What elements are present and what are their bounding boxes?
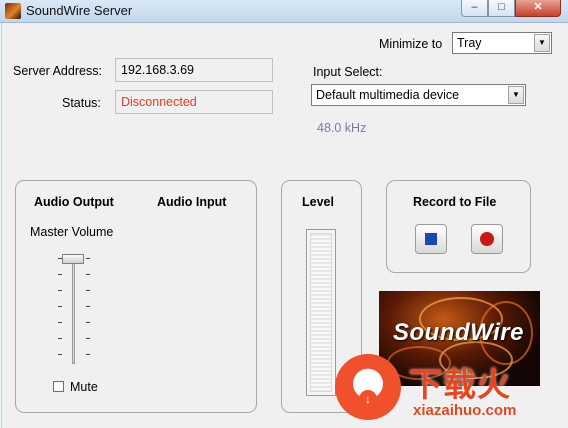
audio-output-tab[interactable]: Audio Output (34, 195, 114, 209)
audio-group-box (15, 180, 257, 413)
watermark-url: xiazaihuo.com (413, 402, 517, 419)
server-address-field: 192.168.3.69 (115, 58, 273, 82)
close-window-button[interactable]: ✕ (515, 0, 561, 17)
minimize-to-select[interactable]: Tray ▼ (452, 32, 552, 54)
minimize-window-button[interactable]: – (461, 0, 488, 17)
slider-tick (86, 354, 90, 355)
slider-tick (86, 258, 90, 259)
record-icon (480, 232, 494, 246)
slider-tick (86, 338, 90, 339)
level-meter-grid (310, 233, 332, 392)
stop-button[interactable] (415, 224, 447, 254)
download-icon: ↓ (359, 390, 377, 408)
window-title: SoundWire Server (26, 3, 133, 18)
logo-text: SoundWire (393, 319, 524, 346)
level-meter (306, 229, 336, 396)
slider-tick (58, 354, 62, 355)
status-field: Disconnected (115, 90, 273, 114)
status-label: Status: (62, 96, 101, 110)
input-device-value: Default multimedia device (316, 88, 460, 102)
sample-rate-text: 48.0 kHz (317, 121, 367, 135)
slider-tick (58, 274, 62, 275)
slider-tick (86, 274, 90, 275)
title-bar: SoundWire Server – □ ✕ (0, 0, 568, 23)
chevron-down-icon[interactable]: ▼ (534, 34, 550, 52)
watermark: ↓ 下载火 xiazaihuo.com (333, 352, 568, 428)
master-volume-slider-track[interactable] (72, 258, 75, 364)
watermark-title: 下载火 (409, 366, 511, 403)
slider-tick (58, 306, 62, 307)
slider-tick (58, 322, 62, 323)
app-window: SoundWire Server – □ ✕ Server Address: 1… (0, 0, 568, 428)
record-group-box (386, 180, 531, 273)
slider-tick (58, 290, 62, 291)
slider-tick (86, 290, 90, 291)
chevron-down-icon[interactable]: ▼ (508, 86, 524, 104)
input-select-label: Input Select: (313, 65, 383, 79)
slider-tick (58, 338, 62, 339)
flame-logo-icon: ↓ (335, 354, 401, 420)
record-to-file-label: Record to File (413, 195, 497, 209)
minimize-to-label: Minimize to (379, 37, 443, 51)
minimize-to-value: Tray (457, 36, 482, 50)
mute-checkbox[interactable] (53, 381, 64, 392)
slider-tick (86, 306, 90, 307)
input-device-select[interactable]: Default multimedia device ▼ (311, 84, 526, 106)
stop-icon (425, 233, 437, 245)
soundwire-app-icon (5, 3, 21, 19)
level-label: Level (302, 195, 334, 209)
slider-tick (86, 322, 90, 323)
master-volume-slider-thumb[interactable] (62, 254, 84, 264)
record-button[interactable] (471, 224, 503, 254)
master-volume-label: Master Volume (30, 225, 114, 239)
server-address-label: Server Address: (13, 64, 102, 78)
audio-input-tab[interactable]: Audio Input (157, 195, 226, 209)
maximize-window-button[interactable]: □ (488, 0, 515, 17)
mute-label: Mute (70, 380, 98, 394)
